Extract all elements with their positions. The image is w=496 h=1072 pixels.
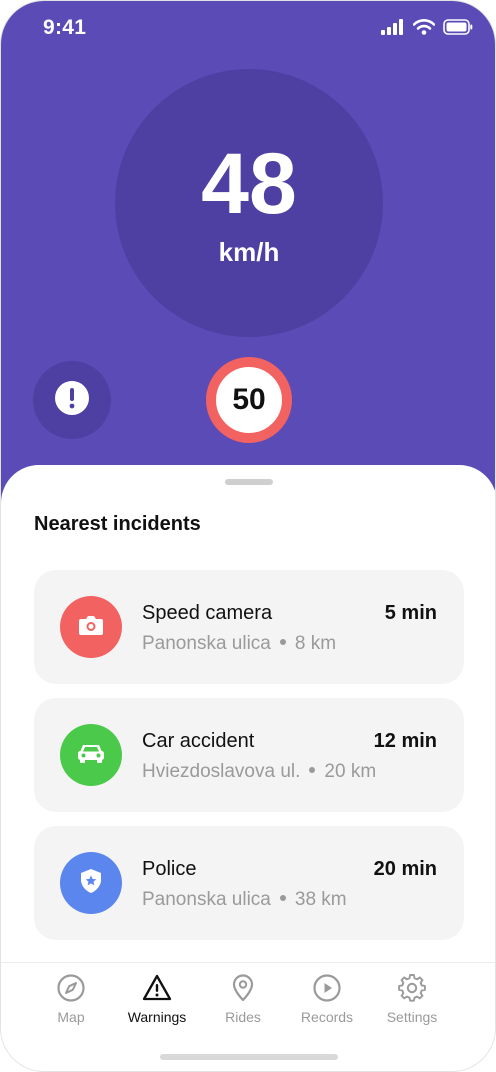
status-icons (381, 19, 473, 40)
incident-distance: 8 km (294, 633, 337, 654)
compass-icon (56, 973, 86, 1003)
tab-records[interactable]: Records (282, 973, 372, 1025)
status-bar: 9:41 (1, 1, 495, 61)
tab-label: Warnings (127, 1009, 187, 1025)
tab-label: Map (57, 1009, 85, 1025)
incident-title: Speed camera (142, 602, 273, 624)
status-time: 9:41 (43, 16, 87, 39)
incident-location: Panonska ulica 38 km (142, 889, 347, 911)
speed-limit-value: 50 (232, 383, 266, 416)
incident-icon-badge (60, 724, 122, 786)
tab-label: Settings (386, 1009, 438, 1025)
wifi-icon (412, 19, 436, 40)
speed-limit-sign: 50 (206, 357, 292, 443)
speed-unit: km/h (218, 237, 280, 267)
separator-dot (279, 894, 286, 901)
home-indicator[interactable] (160, 1054, 338, 1060)
phone-screen: 9:41 48 km/h 50 Nearest incidents Speed … (0, 0, 496, 1072)
incident-location: Hviezdoslavova ul. 20 km (142, 761, 376, 783)
tab-warnings[interactable]: Warnings (112, 973, 202, 1025)
incident-street: Hviezdoslavova ul. (142, 761, 301, 782)
tab-rides[interactable]: Rides (198, 973, 288, 1025)
incident-distance: 20 km (324, 761, 377, 782)
incident-card-speed-camera[interactable]: Speed camera 5 min Panonska ulica 8 km (34, 570, 464, 684)
tab-bar: Map Warnings Rides Records Settings (1, 962, 495, 1071)
speedometer: 48 km/h (115, 69, 383, 337)
incident-eta: 12 min (373, 730, 437, 752)
incident-street: Panonska ulica (142, 889, 271, 910)
incident-icon-badge (60, 852, 122, 914)
incident-distance: 38 km (294, 889, 347, 910)
exclamation-icon (55, 380, 89, 420)
incidents-title: Nearest incidents (34, 513, 201, 535)
incident-card-police[interactable]: Police 20 min Panonska ulica 38 km (34, 826, 464, 940)
incident-location: Panonska ulica 8 km (142, 633, 336, 655)
tab-label: Records (300, 1009, 354, 1025)
play-circle-icon (312, 973, 342, 1003)
incident-card-car-accident[interactable]: Car accident 12 min Hviezdoslavova ul. 20… (34, 698, 464, 812)
location-pin-icon (228, 973, 258, 1003)
camera-icon (78, 614, 104, 641)
current-speed: 48 (201, 136, 297, 232)
incident-street: Panonska ulica (142, 633, 271, 654)
sheet-grabber[interactable] (225, 479, 273, 485)
tab-label: Rides (225, 1009, 261, 1025)
incident-title: Police (142, 858, 197, 880)
incident-eta: 5 min (384, 602, 437, 624)
report-incident-button[interactable] (33, 361, 111, 439)
incident-icon-badge (60, 596, 122, 658)
police-badge-icon (79, 868, 103, 899)
battery-icon (443, 19, 473, 40)
signal-icon (381, 19, 405, 40)
gear-icon (397, 973, 427, 1003)
incident-title: Car accident (142, 730, 255, 752)
separator-dot (279, 638, 286, 645)
warning-triangle-icon (142, 973, 172, 1003)
tab-settings[interactable]: Settings (367, 973, 457, 1025)
incident-eta: 20 min (373, 858, 437, 880)
separator-dot (309, 766, 316, 773)
tab-map[interactable]: Map (26, 973, 116, 1025)
car-icon (77, 742, 105, 769)
